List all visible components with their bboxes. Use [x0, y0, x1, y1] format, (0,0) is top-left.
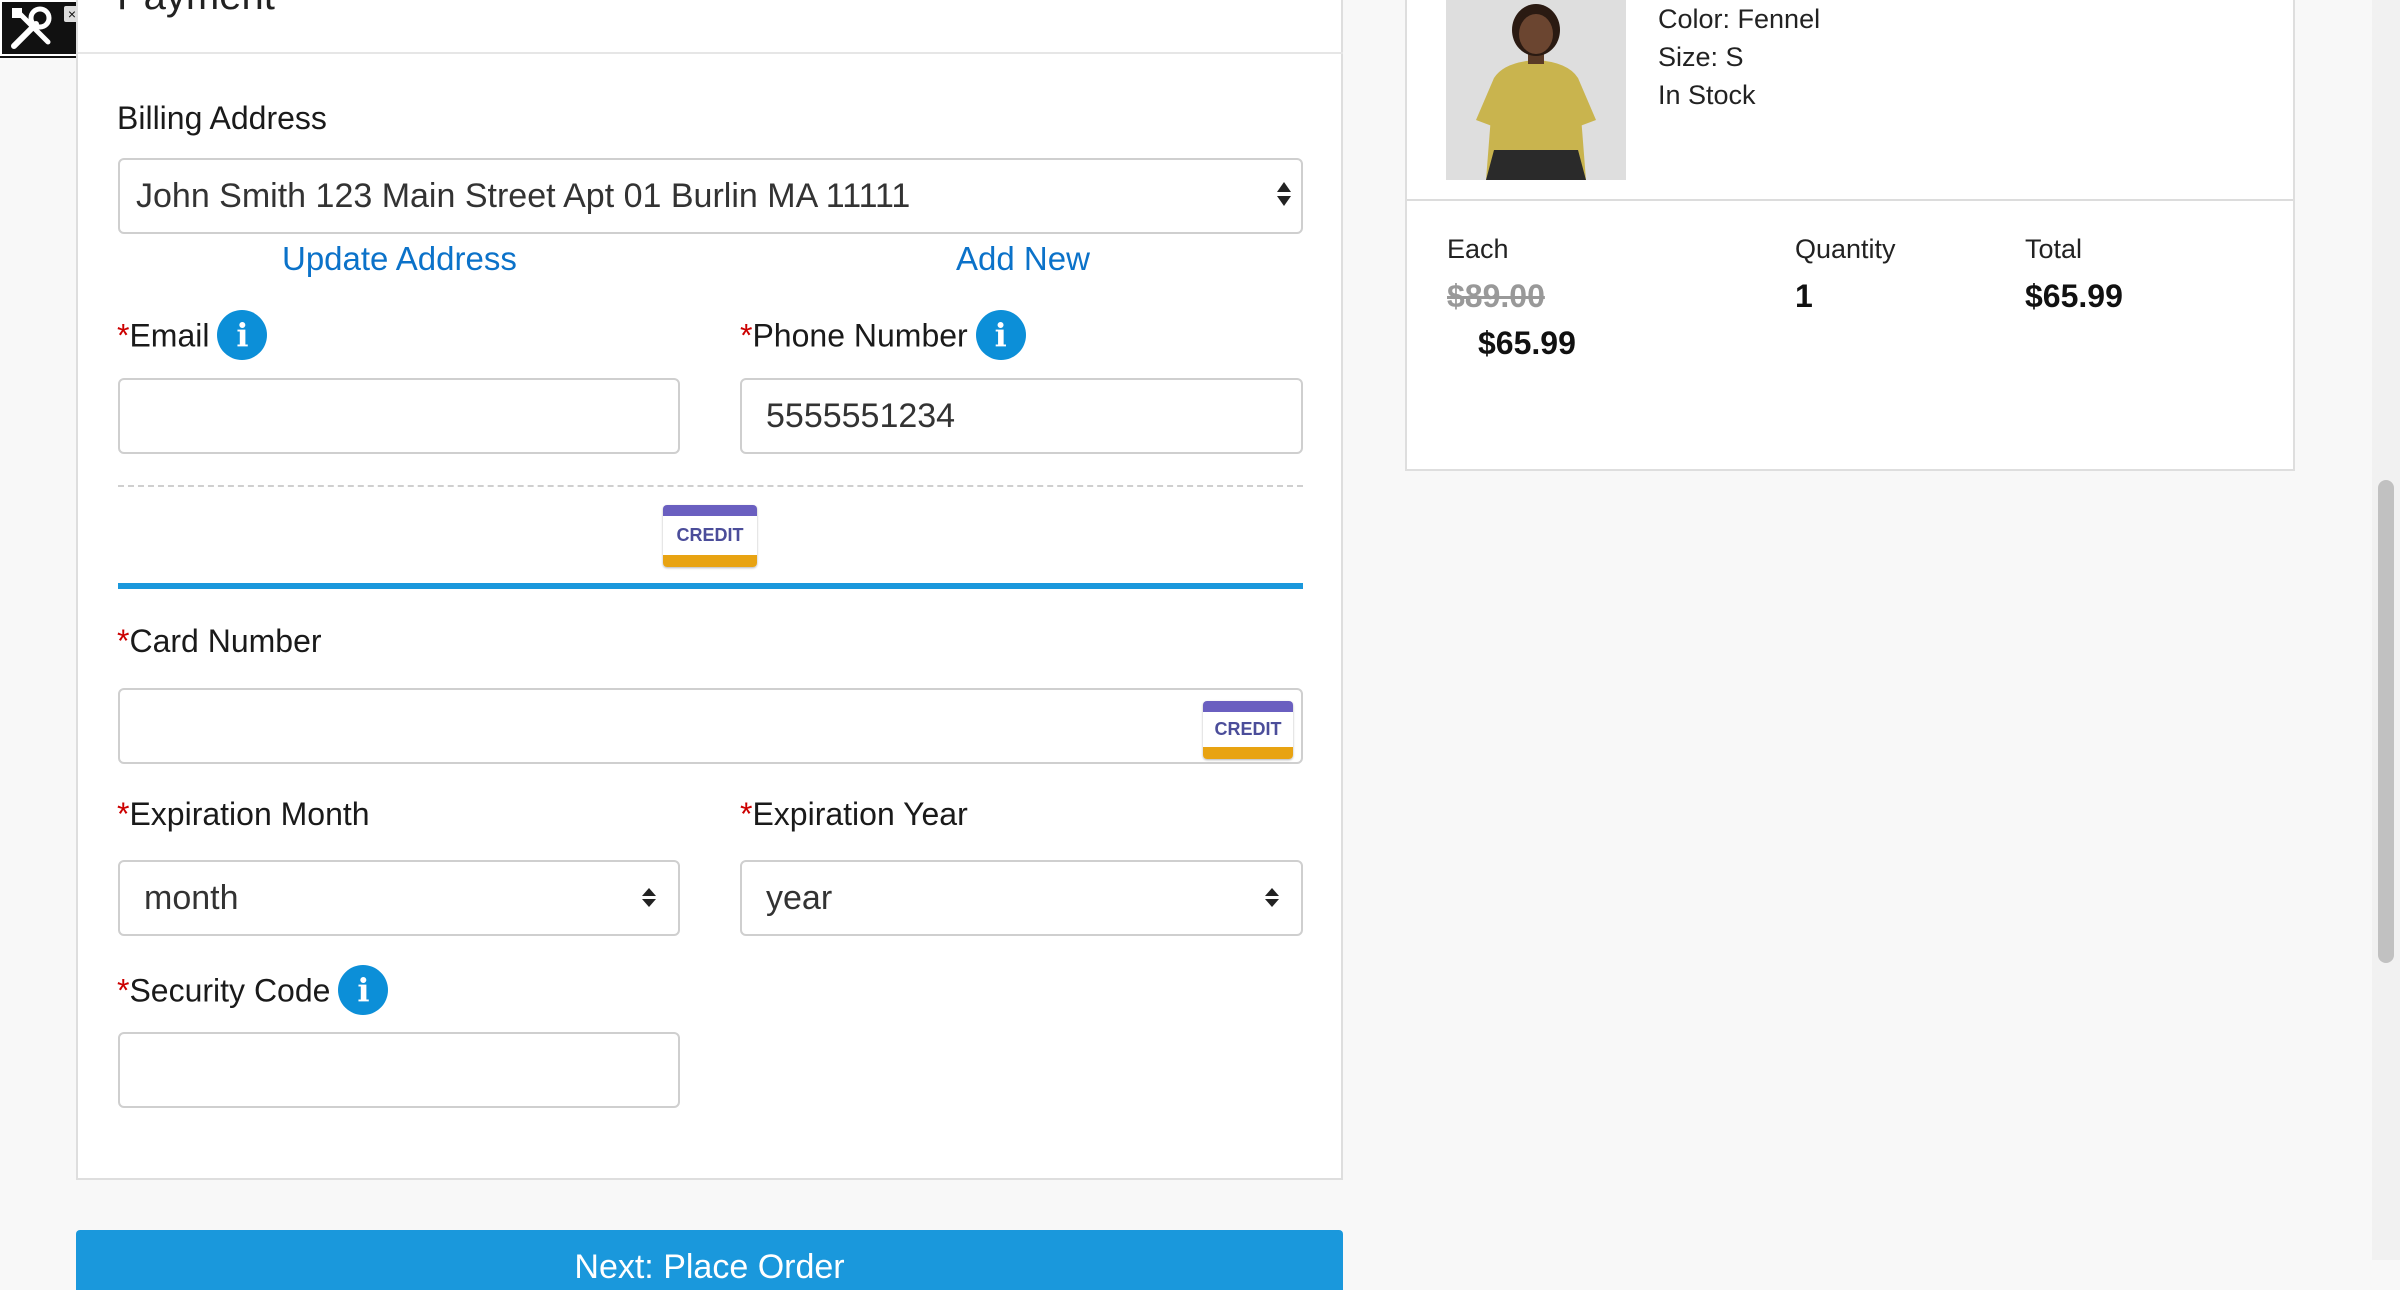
credit-card-icon-label: CREDIT [1203, 712, 1293, 747]
security-code-label-text: Security Code [129, 972, 331, 1009]
expiration-year-value: year [766, 878, 833, 917]
email-field[interactable] [118, 378, 680, 454]
payment-header-divider [78, 52, 1343, 54]
phone-info-icon[interactable]: i [975, 310, 1026, 360]
select-arrows-icon [1277, 182, 1291, 206]
credit-card-tab[interactable]: CREDIT [663, 505, 757, 567]
product-stock-status: In Stock [1658, 80, 1756, 110]
phone-number-field[interactable]: 5555551234 [740, 378, 1303, 454]
product-photo [1446, 0, 1626, 180]
add-new-address-link[interactable]: Add New [956, 240, 1090, 278]
active-tab-indicator [118, 583, 1303, 589]
select-arrows-icon [1265, 888, 1279, 907]
expiration-year-label: *Expiration Year [740, 796, 968, 833]
tools-icon [11, 6, 52, 49]
expiration-year-label-text: Expiration Year [752, 796, 968, 832]
email-label-text: Email [129, 317, 210, 354]
scrollbar-thumb[interactable] [2378, 480, 2394, 963]
required-mark: * [117, 317, 130, 354]
update-address-link[interactable]: Update Address [282, 240, 517, 278]
required-mark: * [117, 623, 130, 659]
billing-address-value: John Smith 123 Main Street Apt 01 Burlin… [136, 176, 911, 215]
security-code-info-icon[interactable]: i [338, 965, 389, 1015]
each-column-header: Each [1447, 234, 1509, 264]
total-column-header: Total [2025, 234, 2083, 264]
card-number-label-text: Card Number [129, 623, 322, 659]
required-mark: * [740, 317, 753, 354]
required-mark: * [117, 972, 130, 1009]
expiration-month-select[interactable]: month [118, 860, 680, 936]
billing-address-label: Billing Address [117, 100, 327, 136]
phone-label: *Phone Number i [740, 310, 1026, 363]
quantity-value: 1 [1795, 278, 1813, 314]
required-mark: * [740, 796, 753, 832]
total-price: $65.99 [2025, 278, 2123, 314]
email-info-icon[interactable]: i [217, 310, 268, 360]
billing-address-select[interactable]: John Smith 123 Main Street Apt 01 Burlin… [118, 158, 1303, 234]
payment-title: Payment [117, 0, 275, 19]
phone-number-value: 5555551234 [766, 396, 956, 435]
product-color: Color: Fennel [1658, 4, 1821, 34]
credit-card-icon: CREDIT [1203, 701, 1293, 759]
select-arrows-icon [642, 888, 656, 907]
quantity-column-header: Quantity [1795, 234, 1896, 264]
original-price: $89.00 [1447, 278, 1545, 314]
credit-card-tab-label: CREDIT [663, 516, 757, 555]
expiration-month-label: *Expiration Month [117, 796, 370, 833]
expiration-month-value: month [144, 878, 239, 917]
email-label: *Email i [117, 310, 268, 363]
summary-divider [1407, 199, 2293, 201]
expiration-year-select[interactable]: year [740, 860, 1303, 936]
phone-label-text: Phone Number [752, 317, 968, 354]
sale-price: $65.99 [1478, 325, 1576, 361]
security-code-label: *Security Code i [117, 965, 389, 1018]
required-mark: * [117, 796, 130, 832]
place-order-label: Next: Place Order [574, 1248, 845, 1286]
section-divider [118, 485, 1303, 487]
card-number-field[interactable]: CREDIT [118, 688, 1303, 764]
security-code-field[interactable] [118, 1032, 680, 1108]
expiration-month-label-text: Expiration Month [129, 796, 370, 832]
product-size: Size: S [1658, 42, 1744, 72]
product-image[interactable] [1446, 0, 1626, 180]
place-order-button[interactable]: Next: Place Order [76, 1230, 1343, 1290]
card-number-label: *Card Number [117, 623, 322, 660]
